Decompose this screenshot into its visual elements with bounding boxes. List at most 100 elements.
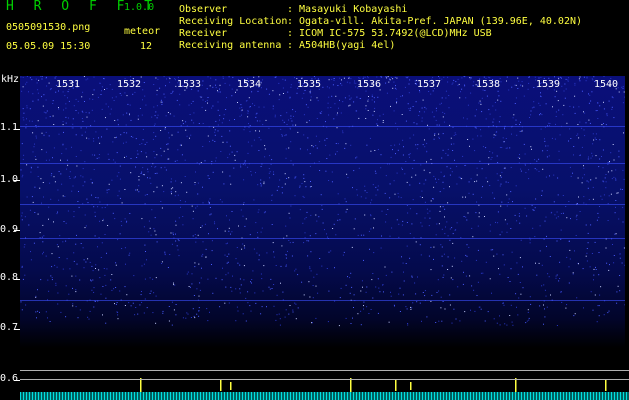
noise-speck: [595, 110, 597, 112]
noise-speck: [308, 120, 310, 122]
noise-speck: [202, 99, 204, 101]
noise-speck: [365, 197, 367, 199]
noise-speck: [424, 146, 426, 148]
noise-speck: [565, 307, 567, 309]
noise-speck: [63, 131, 64, 133]
noise-speck: [289, 127, 291, 129]
noise-speck: [419, 302, 421, 304]
interference-band: [20, 300, 625, 301]
noise-speck: [497, 90, 499, 92]
noise-speck: [336, 127, 338, 129]
noise-speck: [141, 301, 143, 303]
noise-speck: [504, 323, 506, 325]
noise-speck: [205, 256, 207, 258]
noise-speck: [268, 127, 270, 129]
noise-speck: [416, 123, 418, 125]
noise-speck: [221, 201, 223, 203]
noise-speck: [445, 90, 447, 92]
noise-speck: [460, 177, 462, 179]
noise-speck: [598, 216, 600, 218]
noise-speck: [462, 283, 464, 285]
noise-speck: [375, 194, 377, 196]
noise-speck: [589, 266, 591, 268]
noise-speck: [545, 216, 547, 218]
noise-speck: [194, 317, 196, 319]
noise-speck: [397, 192, 399, 194]
noise-speck: [426, 142, 428, 144]
noise-speck: [214, 141, 216, 142]
noise-speck: [142, 99, 143, 101]
noise-speck: [623, 178, 625, 180]
noise-speck: [587, 242, 589, 244]
noise-speck: [49, 321, 51, 322]
noise-speck: [239, 288, 241, 290]
noise-speck: [93, 169, 95, 170]
noise-speck: [37, 89, 39, 91]
noise-speck: [43, 111, 45, 113]
noise-speck: [121, 202, 123, 204]
noise-speck: [539, 114, 540, 116]
noise-speck: [73, 252, 75, 254]
noise-speck: [247, 291, 249, 293]
noise-speck: [202, 253, 204, 255]
noise-speck: [75, 289, 77, 291]
noise-speck: [524, 164, 526, 166]
noise-speck: [503, 167, 505, 169]
noise-speck: [263, 106, 265, 108]
noise-speck: [90, 280, 92, 282]
noise-speck: [569, 128, 571, 130]
noise-speck: [598, 166, 600, 168]
noise-speck: [613, 262, 615, 264]
noise-speck: [32, 201, 34, 203]
noise-speck: [290, 115, 292, 117]
noise-speck: [229, 130, 231, 132]
noise-speck: [442, 116, 444, 118]
noise-speck: [406, 205, 408, 206]
spectrogram-plot: [20, 76, 625, 400]
noise-speck: [508, 198, 510, 200]
noise-speck: [263, 212, 265, 214]
noise-speck: [147, 171, 149, 173]
noise-speck: [135, 138, 137, 140]
noise-speck: [35, 137, 37, 139]
noise-speck: [487, 311, 489, 313]
noise-speck: [563, 90, 565, 92]
noise-speck: [329, 154, 331, 156]
noise-speck: [263, 181, 265, 183]
noise-speck: [285, 257, 287, 259]
noise-speck: [79, 279, 81, 281]
noise-speck: [548, 155, 550, 157]
noise-speck: [81, 134, 83, 136]
noise-speck: [121, 248, 123, 249]
noise-speck: [365, 105, 367, 107]
noise-speck: [335, 234, 337, 236]
noise-speck: [34, 156, 36, 157]
noise-speck: [548, 125, 550, 127]
noise-speck: [303, 294, 305, 296]
noise-speck: [432, 198, 434, 200]
y-tick: 0.7: [0, 322, 19, 333]
noise-speck: [576, 297, 578, 299]
noise-speck: [107, 225, 109, 226]
noise-speck: [566, 217, 568, 219]
noise-speck: [286, 112, 288, 114]
noise-speck: [499, 234, 501, 236]
noise-speck: [192, 235, 194, 237]
noise-speck: [348, 77, 350, 79]
noise-speck: [57, 292, 59, 294]
noise-speck: [356, 194, 358, 196]
noise-speck: [454, 159, 455, 161]
noise-speck: [46, 110, 48, 112]
noise-speck: [211, 264, 212, 265]
noise-speck: [108, 183, 110, 185]
meteor-signal-mark: [230, 382, 232, 390]
noise-speck: [583, 196, 585, 198]
noise-speck: [212, 292, 214, 294]
noise-speck: [38, 79, 40, 81]
noise-speck: [291, 120, 293, 122]
noise-speck: [206, 308, 208, 310]
noise-speck: [167, 158, 169, 160]
noise-speck: [270, 164, 272, 165]
noise-speck: [444, 113, 446, 115]
noise-speck: [376, 76, 378, 78]
